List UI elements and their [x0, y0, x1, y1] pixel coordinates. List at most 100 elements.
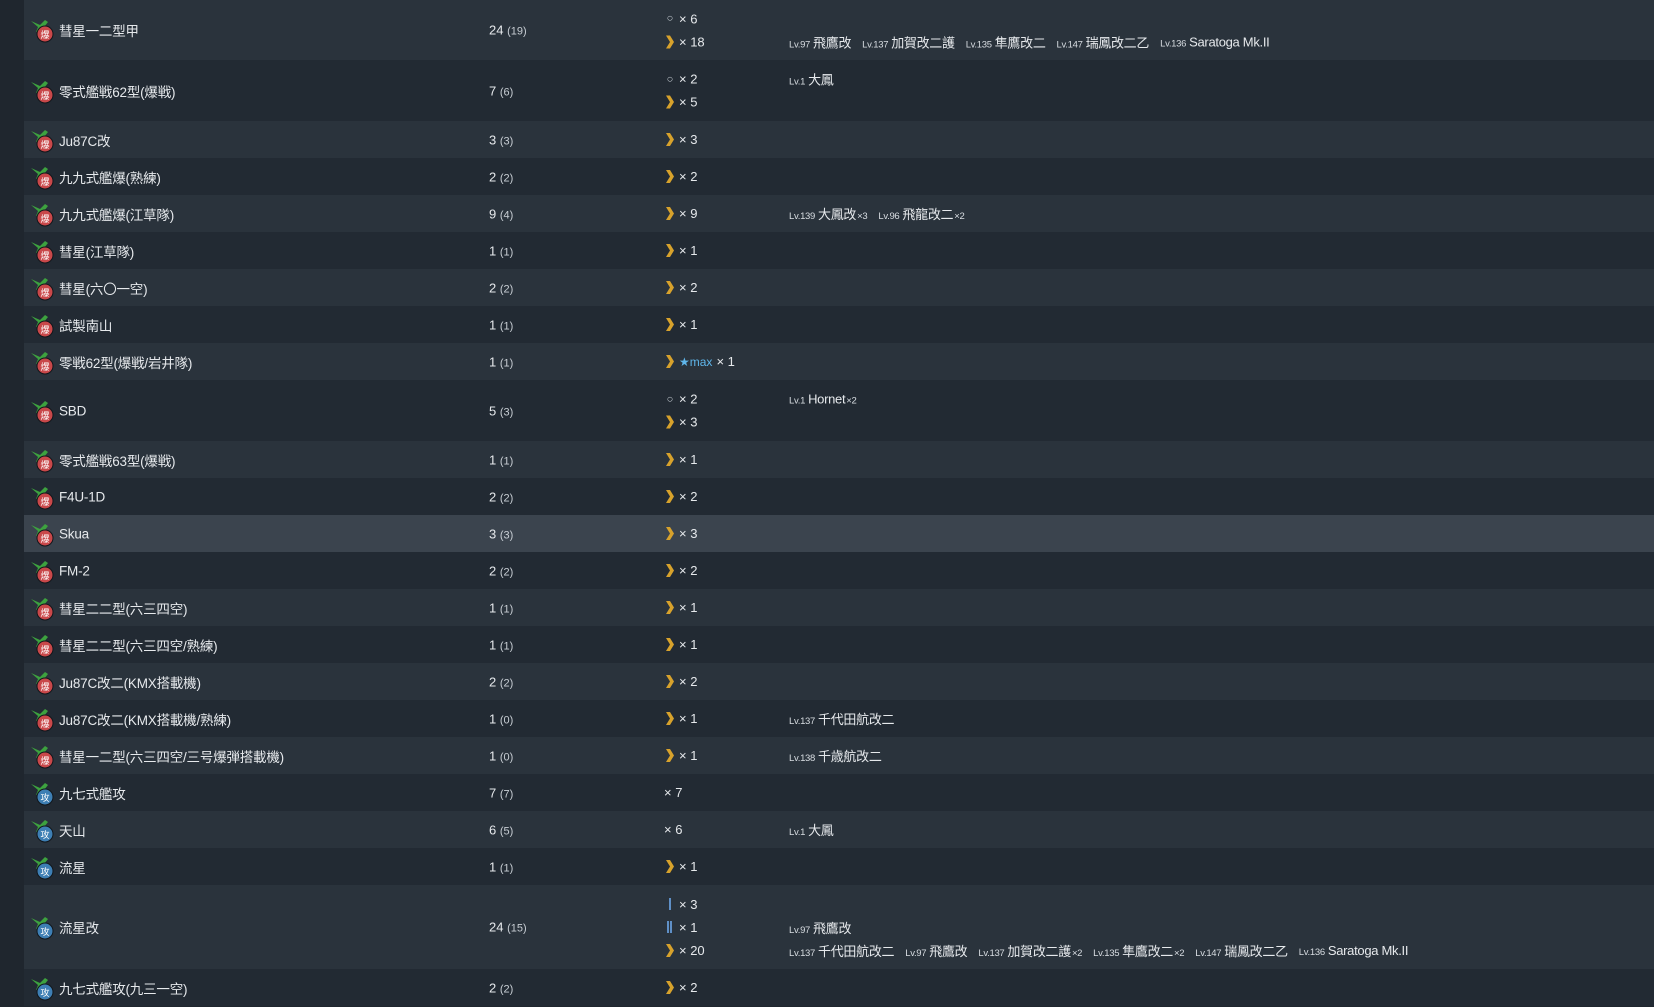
table-row[interactable]: 爆彗星二二型(六三四空/熟練) 1 (1) × 1 [24, 626, 1654, 663]
ship-tag[interactable]: Lv.137 千代田航改二 [789, 709, 895, 728]
table-row[interactable]: 爆九九式艦爆(江草隊) 9 (4) × 9 Lv.139 大鳳改×3 Lv.96 飛龍改二×… [24, 195, 1654, 232]
ship-tag[interactable]: Lv.1 大鳳 [789, 820, 834, 839]
equipment-count: 6 (5) [489, 822, 513, 837]
improvement-count: × 2 [679, 391, 698, 407]
improvement-breakdown: × 2 [664, 280, 697, 296]
ship-tag[interactable]: Lv.135 隼鷹改二 [966, 32, 1046, 51]
total-count: 2 [489, 280, 497, 295]
ship-multiplier: ×2 [954, 211, 965, 222]
table-row[interactable]: 爆 Ju87C改 3 (3) × 3 [24, 121, 1654, 158]
improvement-count: × 5 [679, 94, 698, 110]
table-row[interactable]: 爆 Skua 3 (3) × 3 [24, 515, 1654, 552]
table-row[interactable]: 爆試製南山 1 (1) × 1 [24, 306, 1654, 343]
improvement-breakdown: × 7 [664, 785, 682, 801]
dive-bomber-icon: 爆 [30, 126, 58, 154]
ship-tag[interactable]: Lv.136 Saratoga Mk.II [1298, 943, 1409, 958]
equipment-count: 1 (1) [489, 354, 513, 369]
unused-count: (1) [499, 603, 514, 615]
ship-multiplier: ×2 [1174, 947, 1185, 959]
improvement-line: × 3 [664, 526, 697, 542]
ship-tag[interactable]: Lv.97 飛鷹改 [905, 941, 967, 960]
improvement-line: ★max × 1 [664, 354, 735, 370]
chevron-icon [664, 527, 676, 540]
unused-count: (2) [499, 492, 514, 504]
ship-line: Lv.1 大鳳 [789, 70, 844, 89]
ship-name: 加賀改二護 [891, 35, 955, 50]
improvement-line: × 1 [664, 637, 697, 653]
equipment-name: 九七式艦攻(九三一空) [59, 981, 188, 997]
ship-tag[interactable]: Lv.147 瑞鳳改二乙 [1195, 941, 1288, 960]
table-row[interactable]: 爆 FM-2 2 (2) × 2 [24, 552, 1654, 589]
table-row[interactable]: 爆彗星(六〇一空) 2 (2) × 2 [24, 269, 1654, 306]
equipment-count: 2 (2) [489, 169, 513, 184]
ship-tag[interactable]: Lv.137 千代田航改二 [789, 941, 895, 960]
total-count: 2 [489, 169, 497, 184]
ship-line: Lv.139 大鳳改×3 Lv.96 飛龍改二×2 [789, 206, 975, 222]
table-row[interactable]: 爆零式艦戦62型(爆戦) 7 (6) ○ × 2 × 5 Lv.1 大鳳 [24, 60, 1654, 121]
table-row[interactable]: 爆彗星一二型(六三四空/三号爆弾搭載機) 1 (0) × 1 Lv.138 千歳航改二 [24, 737, 1654, 774]
ship-level: Lv.137 [978, 947, 1005, 959]
unused-count: (2) [499, 283, 514, 295]
equipment-name: 彗星二二型(六三四空) [59, 601, 188, 617]
improvement-count: × 3 [679, 414, 698, 430]
table-row[interactable]: 爆零式艦戦63型(爆戦) 1 (1) × 1 [24, 441, 1654, 478]
ship-line: Lv.1 Hornet×2 [789, 391, 868, 407]
table-row[interactable]: 爆 Ju87C改二(KMX搭載機) 2 (2) × 2 [24, 663, 1654, 700]
ship-tag[interactable]: Lv.139 大鳳改×3 [789, 204, 868, 223]
equipment-name: 零式艦戦63型(爆戦) [59, 453, 176, 469]
table-row[interactable]: 爆 SBD 5 (3) ○ × 2 × 3 Lv.1 Hornet×2 [24, 380, 1654, 441]
improvement-count: × 7 [664, 785, 683, 800]
equipped-ships: Lv.138 千歳航改二 [789, 748, 893, 764]
improvement-count: × 2 [679, 489, 698, 504]
badge-glyph: 爆 [40, 533, 49, 545]
ship-tag[interactable]: Lv.1 Hornet×2 [789, 392, 857, 407]
table-row[interactable]: 攻九七式艦攻(九三一空) 2 (2) × 2 [24, 969, 1654, 1006]
badge-glyph: 爆 [40, 644, 49, 656]
table-row[interactable]: 爆 Ju87C改二(KMX搭載機/熟練) 1 (0) × 1 Lv.137 千代田航改二 [24, 700, 1654, 737]
table-row[interactable]: 爆九九式艦爆(熟練) 2 (2) × 2 [24, 158, 1654, 195]
total-count: 2 [489, 563, 497, 578]
equipment-name: 天山 [59, 823, 86, 839]
improvement-breakdown: × 3 [664, 132, 697, 148]
ship-name: 瑞鳳改二乙 [1224, 943, 1288, 959]
chevron-icon [664, 675, 676, 688]
ship-level: Lv.136 [1298, 946, 1325, 958]
badge-glyph: 爆 [40, 607, 49, 619]
torpedo-bomber-icon: 攻 [30, 853, 58, 881]
ship-tag[interactable]: Lv.137 加賀改二護×2 [978, 941, 1082, 960]
ship-tag[interactable]: Lv.136 Saratoga Mk.II [1160, 34, 1270, 49]
ship-tag[interactable]: Lv.1 大鳳 [789, 70, 834, 89]
ship-tag[interactable]: Lv.97 飛鷹改 [789, 32, 851, 51]
ship-tag[interactable]: Lv.135 隼鷹改二×2 [1093, 941, 1184, 960]
table-row[interactable]: 爆 F4U-1D 2 (2) × 2 [24, 478, 1654, 515]
table-row[interactable]: 攻九七式艦攻 7 (7) × 7 [24, 774, 1654, 811]
table-row[interactable]: 爆彗星一二型甲 24 (19) ○ × 6 × 18 Lv.97 飛鷹改 Lv.137 加賀改二… [24, 0, 1654, 60]
improvement-count: × 1 [679, 711, 698, 726]
ship-name: 大鳳 [808, 823, 834, 838]
unused-count: (4) [499, 209, 514, 221]
table-row[interactable]: 爆彗星(江草隊) 1 (1) × 1 [24, 232, 1654, 269]
table-row[interactable]: 爆零戦62型(爆戦/岩井隊) 1 (1) ★max × 1 [24, 343, 1654, 380]
badge-glyph: 爆 [40, 287, 49, 299]
equipment-name: 九九式艦爆(江草隊) [59, 207, 174, 223]
table-row[interactable]: 攻流星 1 (1) × 1 [24, 848, 1654, 885]
ship-tag[interactable]: Lv.137 加賀改二護 [862, 32, 955, 51]
ship-name: 飛鷹改 [813, 35, 852, 50]
equipment-count: 2 (2) [489, 563, 513, 578]
table-row[interactable]: 攻天山 6 (5) × 6 Lv.1 大鳳 [24, 811, 1654, 848]
table-row[interactable]: 爆彗星二二型(六三四空) 1 (1) × 1 [24, 589, 1654, 626]
ship-line: Lv.137 千代田航改二 Lv.97 飛鷹改 Lv.137 加賀改二護×2 Lv.135 隼… [789, 941, 1419, 960]
ship-tag[interactable]: Lv.96 飛龍改二×2 [878, 204, 964, 223]
ship-tag[interactable]: Lv.138 千歳航改二 [789, 746, 882, 765]
unused-count: (1) [499, 357, 514, 369]
ship-tag[interactable]: Lv.147 瑞鳳改二乙 [1057, 32, 1150, 51]
improvement-count: × 3 [679, 896, 698, 912]
improvement-count: × 1 [679, 317, 698, 332]
torpedo-bomber-icon: 攻 [30, 974, 58, 1002]
ship-tag[interactable]: Lv.97 飛鷹改 [789, 918, 851, 937]
chevron-icon [664, 35, 676, 48]
chevron-icon [664, 860, 676, 873]
badge-glyph: 爆 [40, 250, 49, 262]
improvement-count: × 18 [679, 34, 705, 49]
table-row[interactable]: 攻流星改 24 (15) × 3 × 1 × 20 Lv.97 飛鷹改 Lv.137 千代田航改… [24, 885, 1654, 969]
